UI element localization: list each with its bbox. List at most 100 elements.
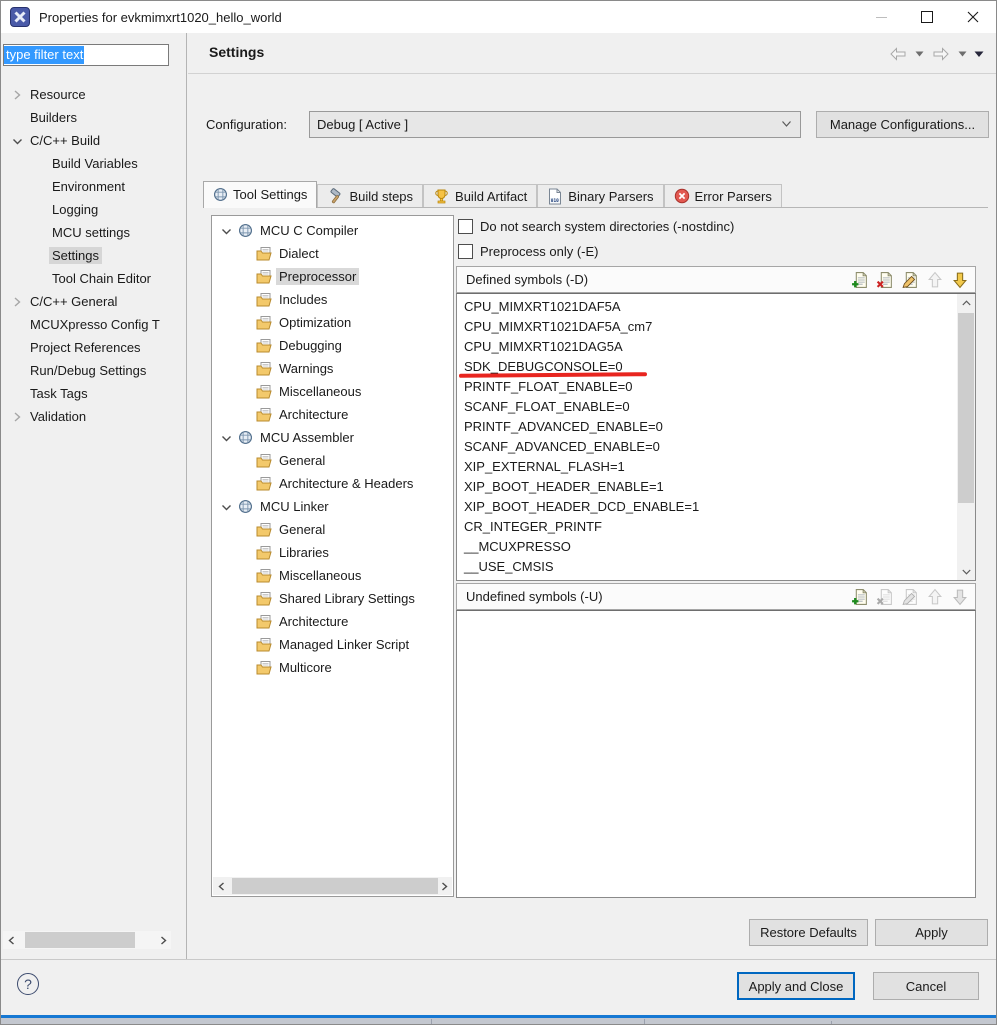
delete-symbol-icon[interactable] <box>876 271 894 289</box>
tool-item-mcu-assembler-architecture-headers[interactable]: Architecture & Headers <box>212 472 453 495</box>
tool-item-mcu-assembler[interactable]: MCU Assembler <box>212 426 453 449</box>
checkbox-preprocess-only-e[interactable]: Preprocess only (-E) <box>458 242 598 260</box>
scroll-left-icon[interactable] <box>213 877 229 895</box>
symbol-item[interactable]: PRINTF_ADVANCED_ENABLE=0 <box>457 417 956 437</box>
sidebar-item-c-c-build[interactable]: C/C++ Build <box>1 129 186 152</box>
defined-symbols-list[interactable]: CPU_MIMXRT1021DAF5ACPU_MIMXRT1021DAF5A_c… <box>456 293 976 581</box>
sidebar-item-validation[interactable]: Validation <box>1 405 186 428</box>
move-down-icon[interactable] <box>951 271 969 289</box>
tab-binary-parsers[interactable]: 010Binary Parsers <box>537 184 663 207</box>
page-header: Settings <box>188 33 996 74</box>
tool-item-mcu-linker-libraries[interactable]: Libraries <box>212 541 453 564</box>
scrollbar-thumb[interactable] <box>958 313 974 503</box>
symbol-item[interactable]: SCANF_ADVANCED_ENABLE=0 <box>457 437 956 457</box>
tool-item-mcu-linker-architecture[interactable]: Architecture <box>212 610 453 633</box>
defined-symbols-scrollbar[interactable] <box>957 294 975 580</box>
tab-build-artifact[interactable]: Build Artifact <box>423 184 537 207</box>
symbol-item[interactable]: CPU_MIMXRT1021DAG5A <box>457 337 956 357</box>
tool-item-mcu-c-compiler-debugging[interactable]: Debugging <box>212 334 453 357</box>
scroll-right-icon[interactable] <box>155 931 171 949</box>
symbol-item[interactable]: XIP_BOOT_HEADER_DCD_ENABLE=1 <box>457 497 956 517</box>
sidebar-item-environment[interactable]: Environment <box>1 175 186 198</box>
apply-button[interactable]: Apply <box>875 919 988 946</box>
sidebar-item-tool-chain-editor[interactable]: Tool Chain Editor <box>1 267 186 290</box>
sidebar-item-resource[interactable]: Resource <box>1 83 186 106</box>
sidebar-item-logging[interactable]: Logging <box>1 198 186 221</box>
tool-item-mcu-c-compiler[interactable]: MCU C Compiler <box>212 219 453 242</box>
scroll-right-icon[interactable] <box>436 877 452 895</box>
tool-item-mcu-linker[interactable]: MCU Linker <box>212 495 453 518</box>
symbol-item[interactable]: __USE_CMSIS <box>457 557 956 577</box>
symbol-item[interactable]: CR_INTEGER_PRINTF <box>457 517 956 537</box>
add-symbol-icon[interactable] <box>851 271 869 289</box>
forward-history-icon[interactable] <box>958 51 967 57</box>
chevron-down-icon <box>218 223 234 239</box>
tool-item-mcu-linker-multicore[interactable]: Multicore <box>212 656 453 679</box>
tool-item-mcu-assembler-general[interactable]: General <box>212 449 453 472</box>
tab-tool-settings[interactable]: Tool Settings <box>203 181 317 208</box>
forward-icon[interactable] <box>931 46 951 62</box>
sidebar-horizontal-scrollbar[interactable] <box>3 931 171 949</box>
titlebar: Properties for evkmimxrt1020_hello_world <box>1 1 996 33</box>
symbol-item[interactable]: __MCUXPRESSO <box>457 537 956 557</box>
tool-item-mcu-c-compiler-optimization[interactable]: Optimization <box>212 311 453 334</box>
add-symbol-icon[interactable] <box>851 588 869 606</box>
help-button[interactable]: ? <box>17 973 39 995</box>
sidebar-item-mcu-settings[interactable]: MCU settings <box>1 221 186 244</box>
tool-item-mcu-c-compiler-architecture[interactable]: Architecture <box>212 403 453 426</box>
sidebar-item-project-references[interactable]: Project References <box>1 336 186 359</box>
tool-item-mcu-linker-shared-library-settings[interactable]: Shared Library Settings <box>212 587 453 610</box>
tool-item-mcu-c-compiler-dialect[interactable]: Dialect <box>212 242 453 265</box>
sidebar-item-task-tags[interactable]: Task Tags <box>1 382 186 405</box>
tool-item-label: Architecture & Headers <box>276 475 416 492</box>
symbol-item[interactable]: XIP_BOOT_HEADER_ENABLE=1 <box>457 477 956 497</box>
sidebar-item-build-variables[interactable]: Build Variables <box>1 152 186 175</box>
sidebar-item-settings[interactable]: Settings <box>1 244 186 267</box>
symbol-item[interactable]: XIP_EXTERNAL_FLASH=1 <box>457 457 956 477</box>
tab-build-steps[interactable]: Build steps <box>317 184 423 207</box>
tab-error-parsers[interactable]: Error Parsers <box>664 184 782 207</box>
tool-item-label: Includes <box>276 291 330 308</box>
apply-and-close-button[interactable]: Apply and Close <box>737 972 855 1000</box>
chevron-down-icon <box>218 430 234 446</box>
sidebar-tree: ResourceBuildersC/C++ BuildBuild Variabl… <box>1 83 186 428</box>
sidebar-item-c-c-general[interactable]: C/C++ General <box>1 290 186 313</box>
filter-input[interactable]: type filter text <box>3 44 169 66</box>
sidebar-item-run-debug-settings[interactable]: Run/Debug Settings <box>1 359 186 382</box>
manage-configurations-button[interactable]: Manage Configurations... <box>816 111 989 138</box>
scrollbar-thumb[interactable] <box>25 932 135 948</box>
scroll-up-icon[interactable] <box>957 294 975 311</box>
symbol-item[interactable]: SCANF_FLOAT_ENABLE=0 <box>457 397 956 417</box>
undefined-symbols-list[interactable] <box>456 610 976 898</box>
minimize-icon <box>876 17 887 18</box>
view-menu-icon[interactable] <box>974 51 984 58</box>
scrollbar-thumb[interactable] <box>232 878 438 894</box>
checkbox-do-not-search-system-directories-nostdinc[interactable]: Do not search system directories (-nostd… <box>458 217 734 235</box>
scroll-down-icon[interactable] <box>957 563 975 580</box>
back-icon[interactable] <box>888 46 908 62</box>
symbol-item[interactable]: CPU_MIMXRT1021DAF5A_cm7 <box>457 317 956 337</box>
back-history-icon[interactable] <box>915 51 924 57</box>
sidebar-item-builders[interactable]: Builders <box>1 106 186 129</box>
cancel-button[interactable]: Cancel <box>873 972 979 1000</box>
minimize-button[interactable] <box>858 1 904 33</box>
scroll-left-icon[interactable] <box>3 931 19 949</box>
tool-item-mcu-linker-miscellaneous[interactable]: Miscellaneous <box>212 564 453 587</box>
symbol-item[interactable]: CPU_MIMXRT1021DAF5A <box>457 297 956 317</box>
symbol-text: __USE_CMSIS <box>464 557 554 577</box>
tool-item-mcu-c-compiler-includes[interactable]: Includes <box>212 288 453 311</box>
tool-item-mcu-c-compiler-miscellaneous[interactable]: Miscellaneous <box>212 380 453 403</box>
tool-item-mcu-linker-general[interactable]: General <box>212 518 453 541</box>
tool-item-mcu-c-compiler-warnings[interactable]: Warnings <box>212 357 453 380</box>
tool-item-mcu-c-compiler-preprocessor[interactable]: Preprocessor <box>212 265 453 288</box>
close-button[interactable] <box>950 1 996 33</box>
symbol-item[interactable]: PRINTF_FLOAT_ENABLE=0 <box>457 377 956 397</box>
sidebar-item-mcuxpresso-config-t[interactable]: MCUXpresso Config T <box>1 313 186 336</box>
symbol-item[interactable]: SDK_DEBUGCONSOLE=0 <box>457 357 956 377</box>
restore-defaults-button[interactable]: Restore Defaults <box>749 919 868 946</box>
configuration-select[interactable]: Debug [ Active ] <box>309 111 801 138</box>
tool-item-mcu-linker-managed-linker-script[interactable]: Managed Linker Script <box>212 633 453 656</box>
edit-symbol-icon[interactable] <box>901 271 919 289</box>
tree-horizontal-scrollbar[interactable] <box>213 877 452 895</box>
maximize-button[interactable] <box>904 1 950 33</box>
